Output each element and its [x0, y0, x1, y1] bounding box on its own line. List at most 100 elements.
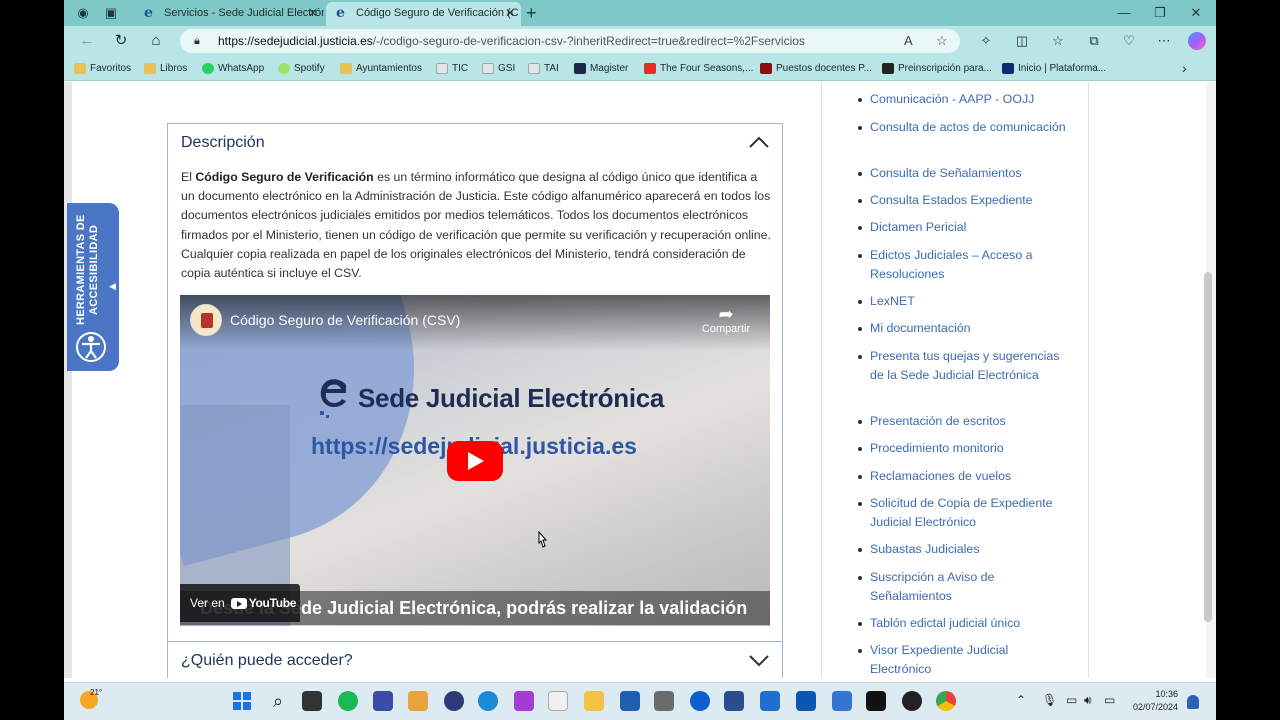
bookmark-four-seasons[interactable]: The Four Seasons,... [644, 60, 753, 77]
app-icon[interactable] [373, 691, 393, 711]
service-link[interactable]: Comunicación - AAPP - OOJJ [858, 90, 1070, 109]
service-link[interactable]: Tablón edictal judicial único [858, 614, 1070, 633]
more-options-icon[interactable]: ⋯ [1154, 31, 1174, 51]
bookmark-preinscripcion[interactable]: Preinscripción para... [882, 60, 992, 77]
browser-essentials-icon[interactable]: ♡ [1119, 31, 1139, 51]
app-c-icon[interactable] [338, 691, 358, 711]
service-link[interactable]: Subastas Judiciales [858, 540, 1070, 559]
bookmark-spotify[interactable]: Spotify [278, 60, 325, 77]
channel-avatar-icon[interactable] [190, 304, 222, 336]
descripcion-title[interactable]: Descripción [181, 134, 265, 152]
file-explorer-icon[interactable] [584, 691, 604, 711]
service-link[interactable]: Suscripción a Aviso de Señalamientos [858, 568, 1070, 606]
edge-icon[interactable] [478, 691, 498, 711]
obs-icon[interactable] [902, 691, 922, 711]
tab-actions-icon[interactable]: ▣ [100, 3, 122, 23]
scrollbar-thumb[interactable] [1204, 272, 1212, 622]
maximize-icon[interactable]: ❐ [1142, 2, 1178, 24]
accessibility-tools-button[interactable]: HERRAMIENTAS DE ACCESIBILIDAD ◀ [67, 203, 119, 371]
service-link[interactable]: Consulta Estados Expediente [858, 191, 1070, 210]
service-link[interactable]: Visor Expediente Judicial Electrónico [858, 641, 1070, 678]
microphone-icon[interactable]: 🎙︎ [1042, 693, 1057, 707]
youtube-icon [644, 63, 656, 74]
bookmark-puestos-docentes[interactable]: Puestos docentes P... [760, 60, 872, 77]
app-icon[interactable] [444, 691, 464, 711]
app-icon[interactable] [832, 691, 852, 711]
read-aloud-icon[interactable]: A [904, 29, 913, 53]
powershell-icon[interactable] [724, 691, 744, 711]
quien-puede-acceder-accordion[interactable]: ¿Quién puede acceder? [167, 641, 783, 678]
chevron-down-icon[interactable] [748, 651, 770, 669]
close-window-icon[interactable]: ✕ [1178, 2, 1214, 24]
play-button-icon[interactable] [447, 441, 503, 481]
snipping-tool-icon[interactable] [408, 691, 428, 711]
zoom-icon[interactable] [690, 691, 710, 711]
task-view-icon[interactable] [302, 691, 322, 711]
youtube-video-player[interactable]: Código Seguro de Verificación (CSV) ➦ Co… [180, 295, 770, 626]
home-icon[interactable]: ⌂ [145, 31, 167, 51]
new-tab-icon[interactable]: + [526, 2, 537, 24]
service-link[interactable]: Solicitud de Copia de Expediente Judicia… [858, 494, 1070, 532]
more-bookmarks-icon[interactable]: › [1182, 60, 1187, 77]
media-player-icon[interactable] [548, 691, 568, 711]
bookmark-magister[interactable]: Magister [574, 60, 628, 77]
favorite-star-icon[interactable]: ☆ [936, 29, 948, 53]
service-link[interactable]: Presentación de escritos [858, 412, 1070, 431]
profile-icon[interactable]: ◉ [72, 3, 94, 23]
bookmark-gsi[interactable]: GSI [482, 60, 515, 77]
clipchamp-icon[interactable] [514, 691, 534, 711]
chrome-icon[interactable] [936, 691, 956, 711]
service-link[interactable]: LexNET [858, 292, 1070, 311]
video-title[interactable]: Código Seguro de Verificación (CSV) [230, 312, 460, 328]
bookmark-favoritos[interactable]: Favoritos [74, 60, 131, 77]
search-icon[interactable]: ⌕ [268, 691, 288, 711]
windows-start-icon[interactable] [232, 691, 252, 711]
split-screen-icon[interactable]: ◫ [1012, 31, 1032, 51]
url-input[interactable]: 🔒︎ https://sedejudicial.justicia.es/-/co… [180, 29, 960, 53]
bookmark-label: GSI [498, 63, 516, 74]
bookmark-tic[interactable]: TIC [436, 60, 468, 77]
bookmark-whatsapp[interactable]: WhatsApp [202, 60, 264, 77]
bookmark-tai[interactable]: TAI [528, 60, 559, 77]
chevron-up-icon[interactable] [748, 133, 770, 151]
volume-icon[interactable]: 🔊︎ [1084, 693, 1092, 708]
service-link[interactable]: Procedimiento monitorio [858, 439, 1070, 458]
watch-on-youtube-button[interactable]: Ver en YouTube [180, 584, 300, 622]
copilot-icon[interactable] [1188, 32, 1206, 50]
store-icon[interactable] [620, 691, 640, 711]
mail-icon[interactable] [760, 691, 780, 711]
tab-close-icon[interactable]: ✕ [505, 2, 515, 24]
clock-date[interactable]: 02/07/2024 [1124, 702, 1178, 712]
tab-servicios[interactable]: e Servicios - Sede Judicial Electrón ✕ [134, 2, 324, 26]
service-link[interactable]: Mi documentación [858, 319, 1070, 338]
terminal-icon[interactable] [866, 691, 886, 711]
share-button[interactable]: ➦ Compartir [696, 305, 756, 335]
minimize-icon[interactable]: — [1106, 2, 1142, 24]
outlook-icon[interactable] [796, 691, 816, 711]
battery-icon[interactable]: ▭ [1104, 693, 1115, 707]
back-icon[interactable]: ← [76, 31, 98, 51]
service-link[interactable]: Dictamen Pericial [858, 218, 1070, 237]
service-link[interactable]: Edictos Judiciales – Acceso a Resolucion… [858, 246, 1070, 284]
tab-close-icon[interactable]: ✕ [308, 2, 318, 24]
service-link[interactable]: Presenta tus quejas y sugerencias de la … [858, 347, 1070, 385]
favorites-icon[interactable]: ☆ [1048, 31, 1068, 51]
extensions-icon[interactable]: ✧ [976, 31, 996, 51]
service-link[interactable]: Reclamaciones de vuelos [858, 467, 1070, 486]
notification-bell-icon[interactable] [1187, 695, 1199, 709]
show-hidden-icons-icon[interactable]: ⌃ [1016, 693, 1026, 707]
bookmark-ayuntamientos[interactable]: Ayuntamientos [340, 60, 422, 77]
bookmark-label: Libros [160, 63, 188, 74]
collections-icon[interactable]: ⧉ [1084, 31, 1104, 51]
service-link[interactable]: Consulta de Señalamientos [858, 164, 1070, 183]
bookmark-inicio-plataforma[interactable]: Inicio | Plataforma... [1002, 60, 1106, 77]
quien-title[interactable]: ¿Quién puede acceder? [181, 652, 353, 670]
tab-csv[interactable]: e Código Seguro de Verificación (C ✕ [326, 2, 521, 26]
network-icon[interactable]: ▭ [1066, 693, 1077, 707]
clock-time[interactable]: 10:36 [1124, 689, 1178, 699]
service-link[interactable]: Consulta de actos de comunicación [858, 118, 1070, 137]
calculator-icon[interactable] [654, 691, 674, 711]
whatsapp-icon [202, 63, 214, 74]
refresh-icon[interactable]: ↻ [110, 31, 132, 51]
bookmark-libros[interactable]: Libros [144, 60, 187, 77]
